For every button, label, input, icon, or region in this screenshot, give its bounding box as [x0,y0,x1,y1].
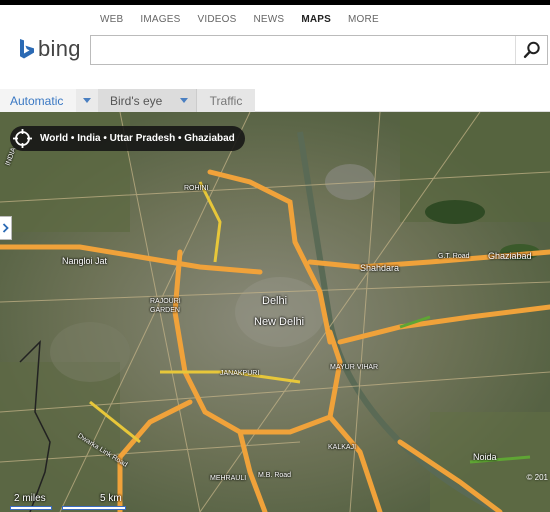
label-mayur-vihar: MAYUR VIHAR [330,364,379,371]
bing-b-icon [20,39,34,59]
birds-eye-dropdown[interactable] [172,89,196,112]
label-kalkaji: KALKAJI [328,444,357,451]
top-nav: WEB IMAGES VIDEOS NEWS MAPS MORE [100,14,396,25]
nav-maps[interactable]: MAPS [301,14,331,25]
search-box [90,35,548,65]
scale-bar-km [62,506,126,510]
automatic-dropdown[interactable] [76,89,98,112]
label-rohini: ROHINI [184,185,209,192]
nav-images[interactable]: IMAGES [140,14,180,25]
label-janakpuri: JANAKPURI [220,370,260,377]
copyright-text: © 201 [526,473,548,482]
bing-logo-text: bing [38,36,81,61]
nav-news[interactable]: NEWS [254,14,285,25]
automatic-view-button[interactable]: Automatic [0,89,76,112]
chevron-down-icon [180,98,188,103]
label-mb-road: M.B. Road [258,472,292,479]
label-new-delhi: New Delhi [254,316,305,328]
search-icon [523,41,540,59]
map-scale: 2 miles 5 km [0,490,140,512]
bing-logo[interactable]: bing [19,36,81,62]
label-noida: Noida [473,452,497,462]
label-shahdara: Shahdara [360,263,400,273]
search-input[interactable] [95,40,509,60]
birds-eye-button[interactable]: Bird's eye [98,89,172,112]
chevron-down-icon [83,98,91,103]
map-toolbar: Automatic Bird's eye Traffic [0,89,550,112]
nav-web[interactable]: WEB [100,14,123,25]
header: WEB IMAGES VIDEOS NEWS MAPS MORE bing [0,5,550,89]
label-rajouri-garden: RAJOURI GARDEN [150,298,181,314]
label-mehrauli: MEHRAULI [210,475,247,482]
map-imagery [0,111,550,512]
location-breadcrumb[interactable]: World • India • Uttar Pradesh • Ghaziaba… [10,126,245,151]
scale-bar-miles [10,506,52,510]
aerial-map[interactable]: Delhi New Delhi Nangloi Jat Shahdara Gha… [0,111,550,512]
search-button[interactable] [515,36,547,64]
nav-more[interactable]: MORE [348,14,379,25]
nav-videos[interactable]: VIDEOS [198,14,237,25]
bing-maps-app: WEB IMAGES VIDEOS NEWS MAPS MORE bing Au… [0,0,550,512]
locate-icon[interactable] [12,128,33,149]
label-nangloi-jat: Nangloi Jat [62,256,108,266]
label-delhi: Delhi [262,295,288,307]
chevron-right-icon [2,223,9,233]
label-gt-road: G.T. Road [438,253,470,260]
breadcrumb-text: World • India • Uttar Pradesh • Ghaziaba… [40,133,235,144]
scale-miles: 2 miles [14,493,46,504]
scale-km: 5 km [100,493,122,504]
side-panel-toggle[interactable] [0,216,12,240]
traffic-button[interactable]: Traffic [196,89,255,112]
label-ghaziabad: Ghaziabad [488,251,532,261]
